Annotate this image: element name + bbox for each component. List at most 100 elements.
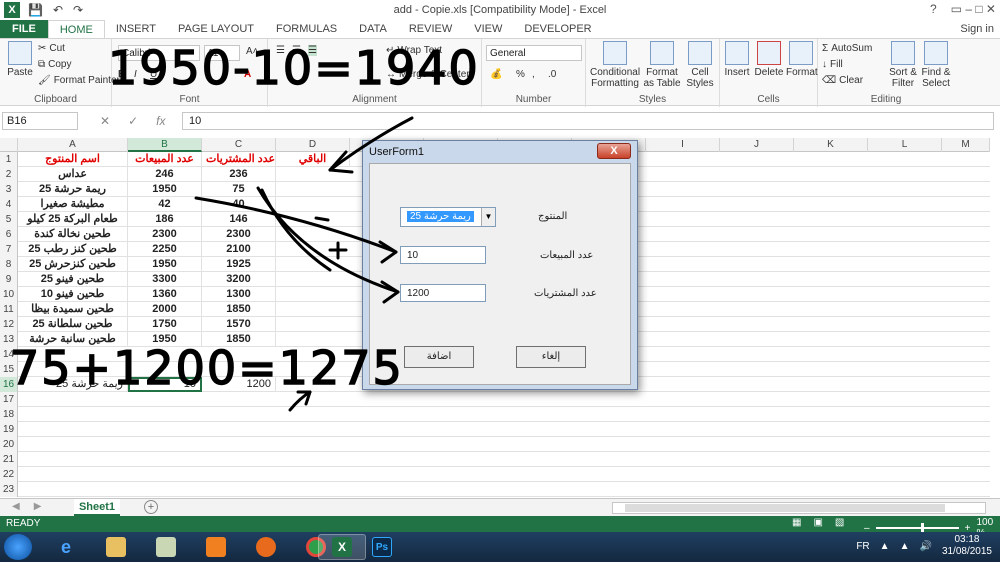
cell-sales[interactable]: 186 [128, 212, 202, 227]
cell-purchases[interactable]: 40 [202, 197, 276, 212]
grow-font-icon[interactable]: A˄ [246, 46, 259, 57]
format-button[interactable]: Format [786, 41, 818, 78]
italic-icon[interactable]: I [134, 69, 137, 80]
align-middle-icon[interactable]: ☰ [292, 45, 301, 56]
cancel-button[interactable]: إلغاء [516, 346, 586, 368]
sales-input[interactable]: 10 [400, 246, 486, 264]
page-break-view-icon[interactable]: ▧ [835, 517, 844, 528]
header-remaining[interactable]: الباقي [276, 152, 350, 167]
ie-taskbar-icon[interactable]: e [42, 534, 90, 560]
page-layout-view-icon[interactable]: ▣ [813, 517, 822, 528]
row-header[interactable]: 11 [0, 302, 18, 317]
row-header[interactable]: 9 [0, 272, 18, 287]
cell-purchases[interactable]: 1300 [202, 287, 276, 302]
cell-purchases[interactable]: 1570 [202, 317, 276, 332]
cell-product-name[interactable]: طحين فينو 10 [18, 287, 128, 302]
cell-product-name[interactable]: ريمة حرشة 25 [18, 377, 128, 392]
cell-purchases[interactable]: 236 [202, 167, 276, 182]
row-header[interactable]: 23 [0, 482, 18, 497]
row-header[interactable]: 5 [0, 212, 18, 227]
tab-home[interactable]: HOME [47, 20, 105, 38]
cell-sales[interactable]: 2300 [128, 227, 202, 242]
next-sheet-icon[interactable]: ▶ [34, 501, 42, 512]
help-icon[interactable]: ? [930, 2, 937, 16]
cell-sales[interactable]: 1950 [128, 257, 202, 272]
column-header-b[interactable]: B [128, 138, 202, 152]
column-header-i[interactable]: I [646, 138, 720, 152]
cell-sales[interactable]: 1360 [128, 287, 202, 302]
row-header[interactable]: 14 [0, 347, 18, 362]
header-sales[interactable]: عدد المبيعات [128, 152, 202, 167]
format-painter-button[interactable]: 🖌 Format Painter [38, 75, 120, 86]
cell-sales[interactable]: 42 [128, 197, 202, 212]
font-size-select[interactable]: 11 [204, 45, 240, 61]
row-header[interactable]: 18 [0, 407, 18, 422]
volume-icon[interactable]: 🔊 [919, 541, 931, 552]
tab-view[interactable]: VIEW [463, 20, 513, 38]
row-header[interactable]: 7 [0, 242, 18, 257]
percent-icon[interactable]: % [516, 69, 525, 80]
product-combobox[interactable]: ريمة حرشة 25 ▼ [400, 207, 496, 227]
name-box[interactable]: B16 [2, 112, 78, 130]
format-as-table-button[interactable]: Format as Table [642, 41, 682, 89]
active-cell-b16[interactable]: 10 [128, 377, 202, 392]
confirm-entry-icon[interactable]: ✓ [128, 114, 138, 128]
cut-button[interactable]: ✂ Cut [38, 43, 65, 54]
tab-data[interactable]: DATA [348, 20, 398, 38]
tab-formulas[interactable]: FORMULAS [265, 20, 348, 38]
row-header[interactable]: 2 [0, 167, 18, 182]
row-header[interactable]: 3 [0, 182, 18, 197]
cell-styles-button[interactable]: Cell Styles [684, 41, 716, 89]
find-select-button[interactable]: Find & Select [920, 41, 952, 89]
fill-button[interactable]: ↓ Fill [822, 59, 843, 70]
language-indicator[interactable]: FR [856, 541, 869, 552]
cell-product-name[interactable]: طحين سلطانة 25 [18, 317, 128, 332]
column-header-c[interactable]: C [202, 138, 276, 152]
insert-button[interactable]: Insert [722, 41, 752, 78]
insert-function-icon[interactable]: fx [156, 114, 165, 128]
column-header-a[interactable]: A [18, 138, 128, 152]
cell-purchases[interactable]: 2100 [202, 242, 276, 257]
cancel-entry-icon[interactable]: ✕ [100, 114, 110, 128]
cell-purchases[interactable]: 75 [202, 182, 276, 197]
row-header[interactable]: 12 [0, 317, 18, 332]
media-player-taskbar-icon[interactable] [192, 534, 240, 560]
row-header[interactable]: 6 [0, 227, 18, 242]
notepad-taskbar-icon[interactable] [142, 534, 190, 560]
cell-product-name[interactable]: طحين سانبة حرشة [18, 332, 128, 347]
cell-sales[interactable]: 1750 [128, 317, 202, 332]
clear-button[interactable]: ⌫ Clear [822, 75, 863, 86]
font-color-icon[interactable]: A [244, 69, 251, 80]
tab-page-layout[interactable]: PAGE LAYOUT [167, 20, 265, 38]
tab-developer[interactable]: DEVELOPER [513, 20, 602, 38]
underline-icon[interactable]: U [150, 69, 157, 80]
chevron-down-icon[interactable]: ▼ [481, 208, 495, 226]
purchases-input[interactable]: 1200 [400, 284, 486, 302]
cell-product-name[interactable]: مطيشة صغيرا [18, 197, 128, 212]
column-header-k[interactable]: K [794, 138, 868, 152]
column-header-d[interactable]: D [276, 138, 350, 152]
merge-center-button[interactable]: ↔ Merge & Center [386, 69, 470, 80]
redo-icon[interactable]: ↷ [73, 3, 83, 17]
tray-arrow-icon[interactable]: ▲ [880, 541, 890, 552]
wrap-text-button[interactable]: ↵ Wrap Text [386, 45, 442, 56]
window-controls-icons[interactable]: ▭ – □ ✕ [951, 2, 996, 16]
bold-icon[interactable]: B [118, 69, 125, 80]
conditional-formatting-button[interactable]: Conditional Formatting [590, 41, 640, 89]
zoom-slider[interactable] [875, 523, 959, 533]
row-header[interactable]: 20 [0, 437, 18, 452]
prev-sheet-icon[interactable]: ◀ [12, 501, 20, 512]
clock[interactable]: 03:18 31/08/2015 [942, 534, 992, 558]
row-header[interactable]: 1 [0, 152, 18, 167]
row-header[interactable]: 15 [0, 362, 18, 377]
comma-icon[interactable]: , [532, 69, 535, 80]
header-purchases[interactable]: عدد المشتريات [202, 152, 276, 167]
cell-product-name[interactable]: طحين كنز رطب 25 [18, 242, 128, 257]
autosum-button[interactable]: Σ AutoSum [822, 43, 872, 54]
horizontal-scrollbar[interactable] [612, 502, 986, 514]
network-icon[interactable]: ▲ [900, 541, 910, 552]
scrollbar-thumb[interactable] [625, 504, 945, 512]
row-header[interactable]: 10 [0, 287, 18, 302]
firefox-taskbar-icon[interactable] [242, 534, 290, 560]
tab-insert[interactable]: INSERT [105, 20, 167, 38]
